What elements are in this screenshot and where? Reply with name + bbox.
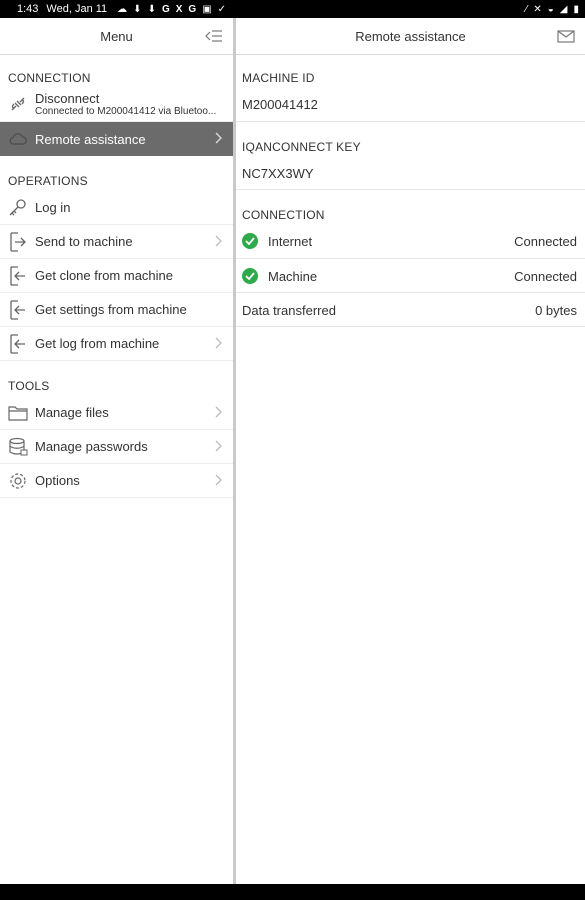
check-circle-icon (242, 233, 258, 249)
log-in-label: Log in (35, 200, 71, 215)
signal-icon: ◢ (559, 3, 568, 15)
manage-files-label: Manage files (35, 405, 109, 420)
email-icon[interactable] (557, 28, 575, 44)
receive-icon (8, 265, 28, 286)
disconnect-item[interactable]: Disconnect Connected to M200041412 via B… (0, 86, 233, 122)
google-icon: G (188, 3, 197, 15)
menu-pane: Menu CONNECTION Disconnect Connected to … (0, 18, 233, 884)
log-in-item[interactable]: Log in (0, 191, 233, 225)
internet-label: Internet (268, 233, 313, 249)
detail-pane: Remote assistance MACHINE ID M200041412 … (236, 18, 585, 884)
chevron-right-icon (215, 337, 222, 349)
get-log-label: Get log from machine (35, 336, 160, 351)
remote-assistance-label: Remote assistance (35, 131, 146, 147)
check-circle-icon (242, 268, 258, 284)
chevron-right-icon (215, 235, 222, 247)
machine-id-value: M200041412 (242, 97, 318, 112)
detail-header: Remote assistance (236, 18, 585, 55)
get-clone-item[interactable]: Get clone from machine (0, 259, 233, 293)
section-connection: CONNECTION (8, 71, 91, 85)
database-icon (8, 437, 28, 457)
photo-icon: ▣ (202, 3, 212, 15)
section-operations: OPERATIONS (8, 174, 88, 188)
chevron-right-icon (215, 474, 222, 486)
google-icon: G (161, 3, 170, 15)
send-icon (8, 231, 28, 252)
menu-header: Menu (0, 18, 233, 55)
data-transferred-label: Data transferred (242, 302, 336, 318)
machine-row: Machine Connected (236, 259, 585, 293)
collapse-menu-icon[interactable] (205, 28, 223, 44)
data-transferred-row: Data transferred 0 bytes (236, 293, 585, 327)
divider (236, 121, 585, 122)
options-item[interactable]: Options (0, 464, 233, 498)
machine-status: Connected (514, 268, 577, 284)
manage-files-item[interactable]: Manage files (0, 396, 233, 430)
send-to-machine-label: Send to machine (35, 234, 133, 249)
status-date: Wed, Jan 11 (46, 3, 108, 15)
chevron-right-icon (215, 406, 222, 418)
get-clone-label: Get clone from machine (35, 268, 174, 283)
cloud-icon: ☁ (117, 3, 128, 15)
data-transferred-value: 0 bytes (535, 302, 577, 318)
gear-icon (8, 471, 28, 491)
divider (236, 326, 585, 327)
manage-passwords-item[interactable]: Manage passwords (0, 430, 233, 464)
disconnect-label: Disconnect (35, 90, 100, 106)
get-settings-item[interactable]: Get settings from machine (0, 293, 233, 327)
internet-status: Connected (514, 233, 577, 249)
download-icon: ⬇ (147, 3, 156, 15)
status-time: 1:43 (17, 3, 39, 15)
page-title: Remote assistance (355, 28, 466, 44)
notification-icons: ☁ ⬇ ⬇ G X G ▣ ✓ (117, 4, 226, 15)
options-label: Options (35, 473, 80, 488)
plug-icon (8, 94, 28, 114)
battery-icon: ▮ (573, 3, 579, 15)
key-header: IQANCONNECT KEY (242, 140, 361, 154)
receive-icon (8, 299, 28, 320)
connection-status-text: Connected to M200041412 via Bluetoo... (35, 105, 217, 117)
chevron-right-icon (215, 132, 222, 144)
get-settings-label: Get settings from machine (35, 302, 187, 317)
mute-icon: ⁄ (525, 3, 528, 15)
section-tools: TOOLS (8, 379, 50, 393)
check-icon: ✓ (217, 3, 227, 15)
wifi-icon: ◒ (547, 3, 554, 15)
internet-row: Internet Connected (236, 224, 585, 258)
get-log-item[interactable]: Get log from machine (0, 327, 233, 361)
divider (236, 189, 585, 190)
system-icons: ⁄ ✕ ◒ ◢ ▮ (526, 4, 579, 15)
status-bar: 1:43 Wed, Jan 11 ☁ ⬇ ⬇ G X G ▣ ✓ ⁄ ✕ ◒ ◢… (0, 0, 585, 18)
alarm-icon: ✕ (533, 3, 542, 15)
remote-assistance-item[interactable]: Remote assistance (0, 122, 233, 156)
key-icon (8, 198, 28, 218)
send-to-machine-item[interactable]: Send to machine (0, 225, 233, 259)
x-icon: X (175, 3, 183, 15)
cloud-icon (8, 129, 28, 149)
connection-header: CONNECTION (242, 208, 325, 222)
key-value: NC7XX3WY (242, 166, 314, 181)
manage-passwords-label: Manage passwords (35, 439, 148, 454)
navigation-bar (0, 884, 585, 900)
folder-icon (8, 403, 28, 423)
menu-title: Menu (100, 28, 133, 44)
download-icon: ⬇ (133, 3, 142, 15)
machine-id-header: MACHINE ID (242, 71, 315, 85)
chevron-right-icon (215, 440, 222, 452)
receive-icon (8, 333, 28, 354)
machine-label: Machine (268, 268, 318, 284)
